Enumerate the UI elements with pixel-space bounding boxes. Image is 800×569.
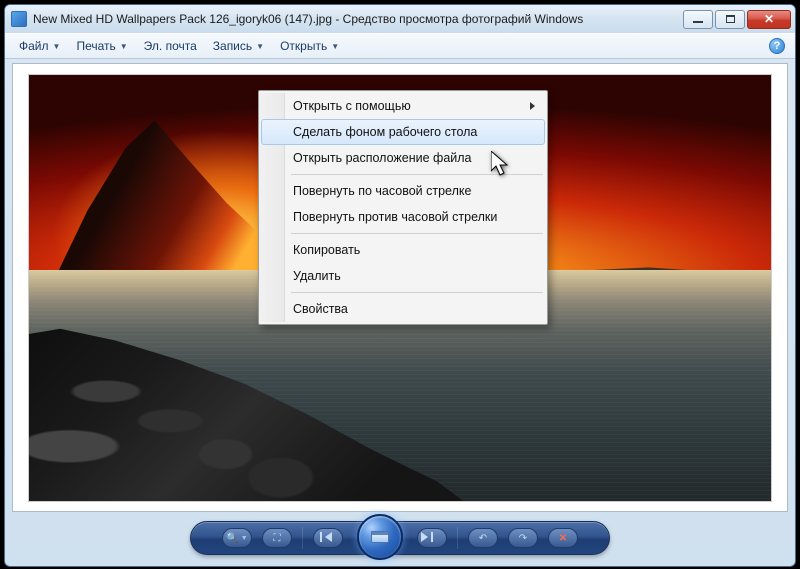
toolbar-separator <box>457 527 458 549</box>
ctx-label: Сделать фоном рабочего стола <box>293 125 477 139</box>
chevron-down-icon: ▼ <box>120 42 128 51</box>
zoom-icon: 🔍 <box>226 533 238 544</box>
next-button[interactable] <box>417 528 447 548</box>
rotate-cw-button[interactable]: ↷ <box>508 528 538 548</box>
titlebar: New Mixed HD Wallpapers Pack 126_igoryk0… <box>5 5 795 33</box>
help-icon[interactable]: ? <box>769 38 785 54</box>
context-menu-separator <box>291 233 543 234</box>
context-menu-separator <box>291 292 543 293</box>
ctx-label: Повернуть по часовой стрелке <box>293 184 471 198</box>
menu-print[interactable]: Печать ▼ <box>68 36 135 56</box>
ctx-properties[interactable]: Свойства <box>261 296 545 322</box>
photo-viewer-window: New Mixed HD Wallpapers Pack 126_igoryk0… <box>4 4 796 567</box>
menu-label: Файл <box>19 39 49 53</box>
ctx-set-desktop-background[interactable]: Сделать фоном рабочего стола <box>261 119 545 145</box>
menu-label: Эл. почта <box>144 39 197 53</box>
menu-burn[interactable]: Запись ▼ <box>205 36 272 56</box>
ctx-label: Повернуть против часовой стрелки <box>293 210 497 224</box>
rotate-ccw-button[interactable]: ↶ <box>468 528 498 548</box>
player-toolbar: 🔍▼ ⛶ ↶ ↷ ✕ <box>190 521 610 555</box>
ctx-open-with[interactable]: Открыть с помощью <box>261 93 545 119</box>
rotate-ccw-icon: ↶ <box>479 533 487 544</box>
fit-button[interactable]: ⛶ <box>262 528 292 548</box>
minimize-button[interactable] <box>683 10 713 29</box>
close-button[interactable]: ✕ <box>747 10 791 29</box>
chevron-down-icon: ▼ <box>241 535 248 542</box>
maximize-button[interactable] <box>715 10 745 29</box>
slideshow-icon <box>371 531 389 543</box>
ctx-delete[interactable]: Удалить <box>261 263 545 289</box>
menu-file[interactable]: Файл ▼ <box>11 36 68 56</box>
ctx-label: Открыть с помощью <box>293 99 411 113</box>
next-icon <box>429 532 436 545</box>
chevron-down-icon: ▼ <box>256 42 264 51</box>
chevron-down-icon: ▼ <box>331 42 339 51</box>
delete-button[interactable]: ✕ <box>548 528 578 548</box>
slideshow-button[interactable] <box>357 514 403 560</box>
app-icon <box>11 11 27 27</box>
ctx-label: Открыть расположение файла <box>293 151 472 165</box>
ctx-rotate-clockwise[interactable]: Повернуть по часовой стрелке <box>261 178 545 204</box>
ctx-rotate-counterclockwise[interactable]: Повернуть против часовой стрелки <box>261 204 545 230</box>
fit-icon: ⛶ <box>274 533 281 544</box>
window-title: New Mixed HD Wallpapers Pack 126_igoryk0… <box>33 12 681 26</box>
window-controls: ✕ <box>681 10 791 29</box>
ctx-open-file-location[interactable]: Открыть расположение файла <box>261 145 545 171</box>
delete-icon: ✕ <box>559 533 567 544</box>
chevron-right-icon <box>530 102 535 110</box>
previous-button[interactable] <box>313 528 343 548</box>
menu-label: Печать <box>76 39 115 53</box>
rotate-cw-icon: ↷ <box>519 533 527 544</box>
context-menu-separator <box>291 174 543 175</box>
menu-open[interactable]: Открыть ▼ <box>272 36 347 56</box>
ctx-label: Удалить <box>293 269 341 283</box>
ctx-label: Свойства <box>293 302 348 316</box>
menubar: Файл ▼ Печать ▼ Эл. почта Запись ▼ Открыть ▼… <box>5 33 795 59</box>
menu-email[interactable]: Эл. почта <box>136 36 205 56</box>
toolbar-separator <box>302 527 303 549</box>
ctx-copy[interactable]: Копировать <box>261 237 545 263</box>
menu-label: Открыть <box>280 39 327 53</box>
chevron-down-icon: ▼ <box>53 42 61 51</box>
ctx-label: Копировать <box>293 243 360 257</box>
zoom-button[interactable]: 🔍▼ <box>222 528 252 548</box>
context-menu: Открыть с помощью Сделать фоном рабочего… <box>258 90 548 325</box>
menu-label: Запись <box>213 39 252 53</box>
previous-icon <box>325 532 332 545</box>
